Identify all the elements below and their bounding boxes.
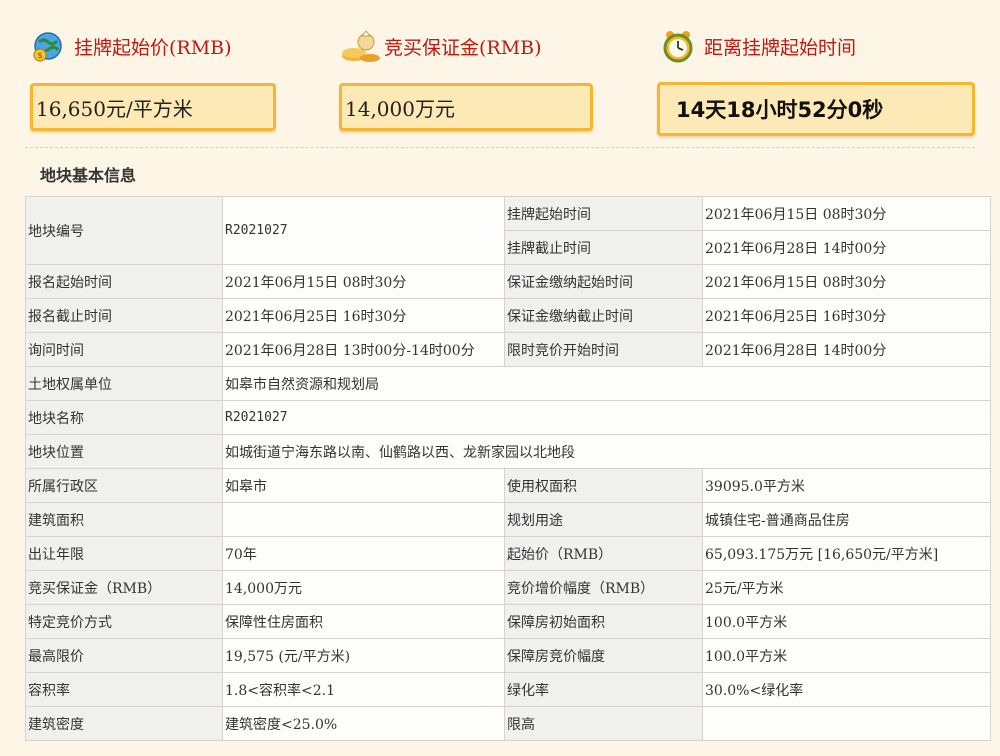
row-key: 报名起始时间 <box>25 264 223 299</box>
row-value: 19,575 (元/平方米) <box>222 638 505 673</box>
row-key: 地块位置 <box>25 434 223 469</box>
row-value: 100.0平方米 <box>702 604 991 639</box>
row-value: 25元/平方米 <box>702 570 991 605</box>
table-row: 最高限价 19,575 (元/平方米) 保障房竞价幅度 100.0平方米 <box>25 638 991 673</box>
money-bag-icon <box>340 28 380 64</box>
row-key: 保障房竞价幅度 <box>504 638 703 673</box>
row-key: 报名截止时间 <box>25 298 223 333</box>
row-value: 2021年06月25日 16时30分 <box>702 298 991 333</box>
row-value: 2021年06月25日 16时30分 <box>222 298 505 333</box>
summary-header: $ 挂牌起始价(RMB) 竞买保证金(RMB) 距离挂牌起始时间 <box>0 0 1000 90</box>
row-value: 30.0%<绿化率 <box>702 672 991 707</box>
row-key: 保证金缴纳起始时间 <box>504 264 703 299</box>
deposit-header: 竞买保证金(RMB) <box>340 28 542 64</box>
row-key: 保证金缴纳截止时间 <box>504 298 703 333</box>
row-key: 出让年限 <box>25 536 223 571</box>
table-row: 特定竞价方式 保障性住房面积 保障房初始面积 100.0平方米 <box>25 604 991 639</box>
row-value: 39095.0平方米 <box>702 468 991 503</box>
deposit-value: 14,000万元 <box>339 83 593 131</box>
row-key: 限高 <box>504 706 703 741</box>
row-key: 挂牌起始时间 <box>504 196 703 231</box>
row-key: 地块编号 <box>25 196 223 265</box>
row-value: 100.0平方米 <box>702 638 991 673</box>
row-key: 土地权属单位 <box>25 366 223 401</box>
row-key: 规划用途 <box>504 502 703 537</box>
row-value: 14,000万元 <box>222 570 505 605</box>
row-value: 65,093.175万元 [16,650元/平方米] <box>702 536 991 571</box>
table-row: 地块名称 R2021027 <box>25 400 991 435</box>
row-value: 建筑密度<25.0% <box>222 706 505 741</box>
row-value: 1.8<容积率<2.1 <box>222 672 505 707</box>
table-row: 所属行政区 如皋市 使用权面积 39095.0平方米 <box>25 468 991 503</box>
table-row: 地块编号 R2021027 挂牌起始时间 2021年06月15日 08时30分 <box>25 196 991 265</box>
table-row: 出让年限 70年 起始价（RMB） 65,093.175万元 [16,650元/… <box>25 536 991 571</box>
table-row: 容积率 1.8<容积率<2.1 绿化率 30.0%<绿化率 <box>25 672 991 707</box>
alarm-clock-icon <box>660 28 696 64</box>
table-row: 地块位置 如城街道宁海东路以南、仙鹤路以西、龙新家园以北地段 <box>25 434 991 469</box>
row-key: 建筑密度 <box>25 706 223 741</box>
row-value: R2021027 <box>222 400 991 435</box>
row-value: 2021年06月28日 14时00分 <box>702 230 991 265</box>
row-value <box>222 502 505 537</box>
svg-text:$: $ <box>37 51 42 60</box>
row-value: 如皋市自然资源和规划局 <box>222 366 991 401</box>
row-value: 2021年06月28日 14时00分 <box>702 332 991 367</box>
divider <box>25 147 975 148</box>
section-title: 地块基本信息 <box>40 166 137 185</box>
row-value: 2021年06月28日 13时00分-14时00分 <box>222 332 505 367</box>
row-key: 保障房初始面积 <box>504 604 703 639</box>
row-key: 询问时间 <box>25 332 223 367</box>
table-row: 询问时间 2021年06月28日 13时00分-14时00分 限时竞价开始时间 … <box>25 332 991 367</box>
table-row: 建筑面积 规划用途 城镇住宅-普通商品住房 <box>25 502 991 537</box>
table-row: 土地权属单位 如皋市自然资源和规划局 <box>25 366 991 401</box>
table-row: 竞买保证金（RMB） 14,000万元 竞价增价幅度（RMB） 25元/平方米 <box>25 570 991 605</box>
row-value <box>702 706 991 741</box>
countdown-value: 14天18小时52分0秒 <box>657 82 975 136</box>
row-value: 如城街道宁海东路以南、仙鹤路以西、龙新家园以北地段 <box>222 434 991 469</box>
row-key: 地块名称 <box>25 400 223 435</box>
start-price-header: $ 挂牌起始价(RMB) <box>30 28 232 64</box>
row-key: 起始价（RMB） <box>504 536 703 571</box>
globe-coin-icon: $ <box>30 28 66 64</box>
start-price-label: 挂牌起始价(RMB) <box>74 36 232 59</box>
row-key: 挂牌截止时间 <box>504 230 703 265</box>
deposit-label: 竞买保证金(RMB) <box>384 36 542 59</box>
parcel-info-table: 地块编号 R2021027 挂牌起始时间 2021年06月15日 08时30分 … <box>25 196 991 741</box>
row-value: 2021年06月15日 08时30分 <box>702 264 991 299</box>
row-value: 2021年06月15日 08时30分 <box>222 264 505 299</box>
row-value: 保障性住房面积 <box>222 604 505 639</box>
row-value: 城镇住宅-普通商品住房 <box>702 502 991 537</box>
row-key: 建筑面积 <box>25 502 223 537</box>
start-price-value: 16,650元/平方米 <box>30 83 276 131</box>
row-key: 容积率 <box>25 672 223 707</box>
row-key: 竞价增价幅度（RMB） <box>504 570 703 605</box>
row-key: 竞买保证金（RMB） <box>25 570 223 605</box>
table-row: 建筑密度 建筑密度<25.0% 限高 <box>25 706 991 741</box>
table-row: 报名截止时间 2021年06月25日 16时30分 保证金缴纳截止时间 2021… <box>25 298 991 333</box>
countdown-header: 距离挂牌起始时间 <box>660 28 856 64</box>
row-value: R2021027 <box>222 196 505 265</box>
row-key: 限时竞价开始时间 <box>504 332 703 367</box>
row-value: 2021年06月15日 08时30分 <box>702 196 991 231</box>
row-value: 70年 <box>222 536 505 571</box>
row-key: 最高限价 <box>25 638 223 673</box>
table-row: 报名起始时间 2021年06月15日 08时30分 保证金缴纳起始时间 2021… <box>25 264 991 299</box>
row-value: 如皋市 <box>222 468 505 503</box>
row-key: 绿化率 <box>504 672 703 707</box>
row-key: 使用权面积 <box>504 468 703 503</box>
row-key: 特定竞价方式 <box>25 604 223 639</box>
countdown-label: 距离挂牌起始时间 <box>704 36 857 59</box>
row-key: 所属行政区 <box>25 468 223 503</box>
